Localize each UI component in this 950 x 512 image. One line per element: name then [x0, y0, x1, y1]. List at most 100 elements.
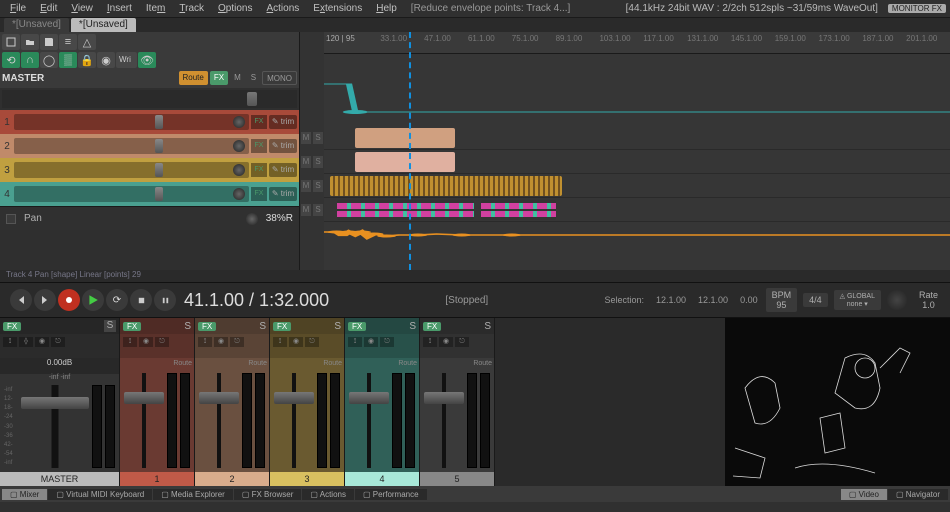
envelope-icon[interactable]: ∩ — [21, 52, 39, 68]
io-icon[interactable]: ◉ — [364, 337, 378, 347]
io-icon[interactable]: ◉ — [214, 337, 228, 347]
track-volume-fader[interactable] — [14, 114, 249, 130]
menu-track[interactable]: Track — [173, 2, 210, 15]
rate-box[interactable]: Rate1.0 — [913, 288, 944, 312]
arrange-view[interactable]: 120 | 95 33.1.00 47.1.00 61.1.00 75.1.00… — [324, 32, 950, 270]
media-item[interactable] — [355, 128, 455, 148]
menu-edit[interactable]: Edit — [34, 2, 63, 15]
mixer-strip-label[interactable]: 5 — [420, 472, 494, 486]
io-icon[interactable]: ⎋ — [455, 337, 469, 347]
timeline-ruler[interactable]: 120 | 95 33.1.00 47.1.00 61.1.00 75.1.00… — [324, 32, 950, 54]
menu-insert[interactable]: Insert — [101, 2, 138, 15]
record-button[interactable] — [58, 289, 80, 311]
track-fx-button[interactable]: FX — [251, 139, 267, 153]
media-item[interactable] — [330, 176, 562, 196]
menu-help[interactable]: Help — [370, 2, 403, 15]
dock-tab-actions[interactable]: ▢ Actions — [302, 489, 354, 500]
settings-icon[interactable]: ≡ — [59, 34, 77, 50]
playrate-knob[interactable] — [887, 290, 907, 310]
track1-mute[interactable]: M — [301, 132, 311, 144]
mixer-fx[interactable]: FX — [123, 322, 141, 331]
goto-end-button[interactable] — [34, 289, 56, 311]
auto-crossfade-icon[interactable]: ⟲ — [2, 52, 20, 68]
master-mute-button[interactable]: M — [230, 71, 245, 85]
project-tab-1[interactable]: *[Unsaved] — [71, 18, 136, 32]
track-trim-button[interactable]: ✎ trim — [269, 163, 297, 177]
io-icon[interactable]: ⟟ — [423, 337, 437, 347]
master-route-button[interactable]: Route — [179, 71, 208, 85]
master-mono-button[interactable]: MONO — [262, 71, 297, 85]
track-row-1[interactable]: 1 FX ✎ trim — [0, 110, 299, 134]
dock-tab-mixer[interactable]: ▢ Mixer — [2, 489, 47, 500]
mixer-fader[interactable] — [349, 373, 389, 468]
track2-solo[interactable]: S — [313, 156, 323, 168]
selection-length[interactable]: 0.00 — [740, 295, 758, 305]
track-row-4[interactable]: 4 FX ✎ trim — [0, 182, 299, 206]
menu-file[interactable]: FFileile — [4, 2, 32, 15]
track-trim-button[interactable]: ✎ trim — [269, 187, 297, 201]
snap-icon[interactable]: 🔒 — [78, 52, 96, 68]
dock-tab-fxbrowser[interactable]: ▢ FX Browser — [234, 489, 302, 500]
track1-lane[interactable] — [324, 126, 950, 150]
save-project-icon[interactable] — [40, 34, 58, 50]
io-icon[interactable]: ◉ — [439, 337, 453, 347]
mixer-route[interactable]: Route — [422, 360, 492, 367]
mixer-strip-label[interactable]: 4 — [345, 472, 419, 486]
envelope-checkbox[interactable] — [6, 214, 16, 224]
track2-mute[interactable]: M — [301, 156, 311, 168]
track-row-2[interactable]: 2 FX ✎ trim — [0, 134, 299, 158]
menu-options[interactable]: Options — [212, 2, 258, 15]
mixer-solo[interactable]: S — [409, 321, 416, 332]
time-display[interactable]: 41.1.00 / 1:32.000 — [184, 290, 329, 311]
track-fx-button[interactable]: FX — [251, 115, 267, 129]
timesig-box[interactable]: 4/4 — [803, 293, 828, 307]
menu-view[interactable]: View — [65, 2, 99, 15]
mixer-solo[interactable]: S — [184, 321, 191, 332]
master-volume-fader[interactable] — [2, 90, 297, 108]
track-volume-fader[interactable] — [14, 138, 249, 154]
new-project-icon[interactable] — [2, 34, 20, 50]
repeat-button[interactable]: ⟳ — [106, 289, 128, 311]
dock-tab-mediaexplorer[interactable]: ▢ Media Explorer — [153, 489, 233, 500]
mixer-fader[interactable] — [124, 373, 164, 468]
track2-lane[interactable] — [324, 150, 950, 174]
mixer-strip-label[interactable]: 2 — [195, 472, 269, 486]
stop-button[interactable] — [130, 289, 152, 311]
dock-tab-virtualmidi[interactable]: ▢ Virtual MIDI Keyboard — [48, 489, 152, 500]
mixer-fader[interactable] — [274, 373, 314, 468]
mixer-strip-label[interactable]: 3 — [270, 472, 344, 486]
mixer-fader[interactable] — [199, 373, 239, 468]
media-item[interactable] — [337, 200, 475, 220]
mixer-solo[interactable]: S — [334, 321, 341, 332]
mixer-fader[interactable] — [424, 373, 464, 468]
dock-tab-video[interactable]: ▢ Video — [841, 489, 887, 500]
track3-lane[interactable] — [324, 174, 950, 198]
ripple-icon[interactable]: ◯ — [40, 52, 58, 68]
media-item[interactable] — [481, 200, 556, 220]
mixer-solo[interactable]: S — [484, 321, 491, 332]
media-item[interactable] — [355, 152, 455, 172]
menu-actions[interactable]: Actions — [260, 2, 305, 15]
master-solo-button[interactable]: S — [247, 71, 260, 85]
master-fx-button[interactable]: FX — [210, 71, 228, 85]
track4-lane[interactable] — [324, 198, 950, 222]
mixer-io-icon[interactable]: ⟟ — [3, 337, 17, 347]
mixer-fx[interactable]: FX — [198, 322, 216, 331]
mixer-route[interactable]: Route — [197, 360, 267, 367]
bpm-box[interactable]: BPM95 — [766, 288, 798, 312]
io-icon[interactable]: ◉ — [139, 337, 153, 347]
play-button[interactable] — [82, 289, 104, 311]
project-tab-0[interactable]: *[Unsaved] — [4, 18, 69, 32]
dock-tab-performance[interactable]: ▢ Performance — [355, 489, 427, 500]
mixer-fx[interactable]: FX — [423, 322, 441, 331]
track-fx-button[interactable]: FX — [251, 187, 267, 201]
mixer-strip-label[interactable]: 1 — [120, 472, 194, 486]
global-automation-box[interactable]: ◬ GLOBALnone ▾ — [834, 290, 881, 310]
io-icon[interactable]: ⎋ — [155, 337, 169, 347]
mixer-fx[interactable]: FX — [273, 322, 291, 331]
mixer-master-db[interactable]: 0.00dB — [0, 358, 119, 374]
wiring-button[interactable]: Wridiag — [116, 52, 137, 68]
track-fx-button[interactable]: FX — [251, 163, 267, 177]
io-icon[interactable]: ⎋ — [380, 337, 394, 347]
mixer-master-solo[interactable]: S — [104, 320, 116, 332]
